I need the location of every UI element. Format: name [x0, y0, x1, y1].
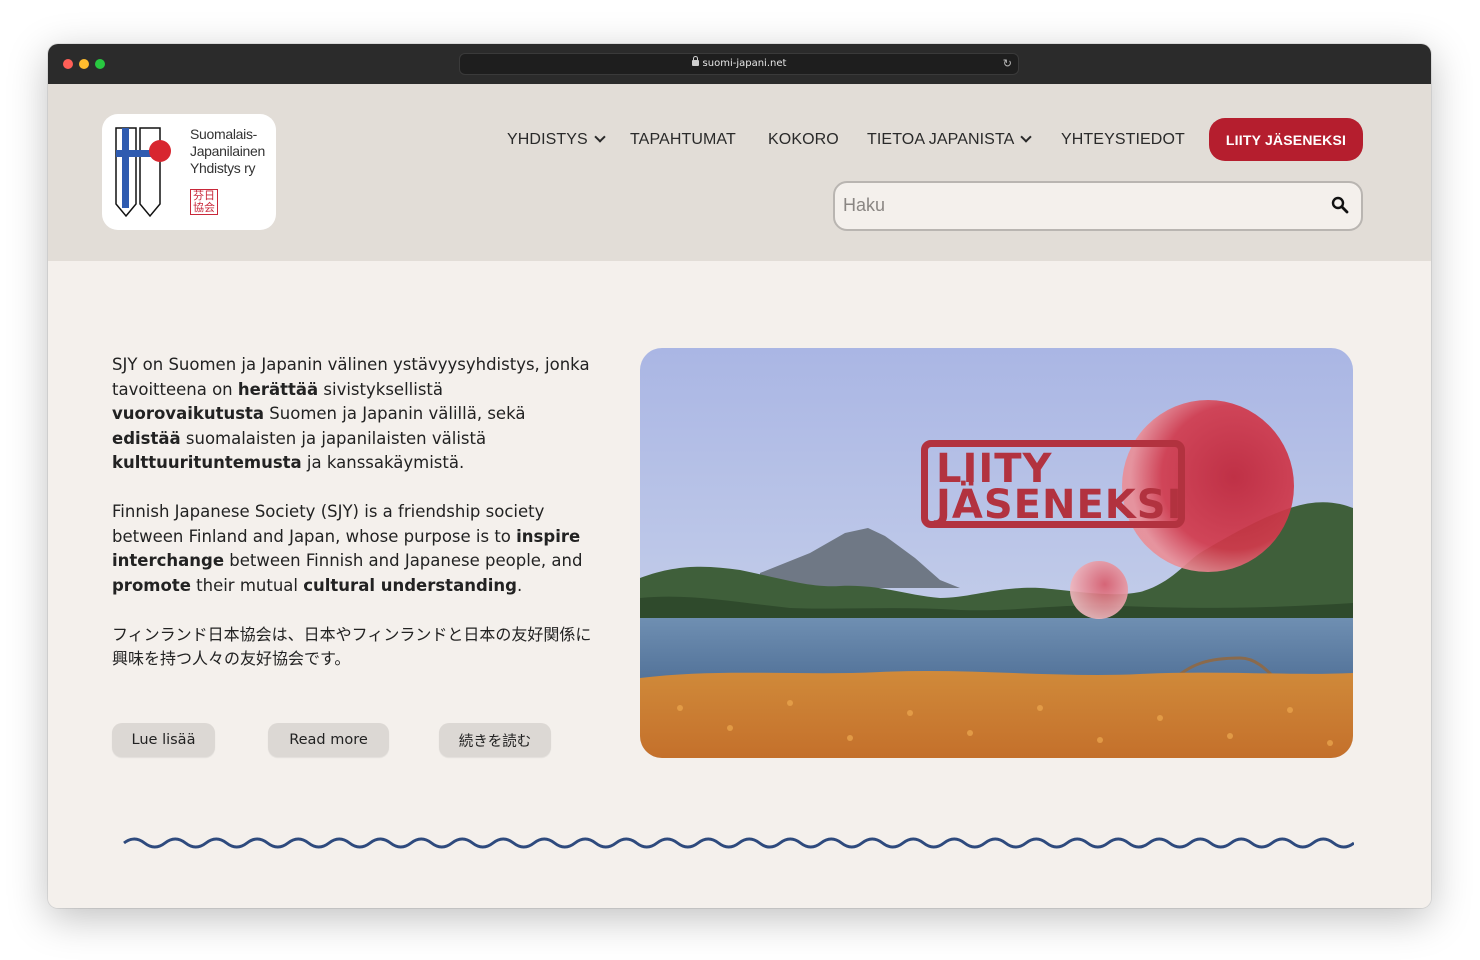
browser-window: suomi-japani.net ↻ Suomalais- Japanilain… [48, 44, 1431, 908]
body-text: Suomen ja Japanin välillä, sekä [264, 404, 526, 423]
logo-line: Yhdistys ry [190, 160, 256, 176]
intro-paragraph-ja: フィンランド日本協会は、日本やフィンランドと日本の友好関係に興味を持つ人々の友好… [112, 624, 592, 669]
logo-emblem-icon [115, 127, 171, 218]
join-button[interactable]: LIITY JÄSENEKSI [1209, 118, 1363, 161]
nav-item-label: YHTEYSTIEDOT [1061, 131, 1185, 148]
read-more-en-button[interactable]: Read more [268, 723, 389, 757]
main-content: SJY on Suomen ja Japanin välinen ystävyy… [48, 261, 1431, 908]
nav-item-tietoa-japanista[interactable]: TIETOA JAPANISTA [867, 131, 1033, 149]
join-badge: LIITY JÄSENEKSI [921, 440, 1185, 528]
address-bar-content: suomi-japani.net [460, 56, 1018, 69]
nav-item-label: TAPAHTUMAT [630, 131, 736, 148]
reload-icon[interactable]: ↻ [1003, 57, 1012, 70]
logo-line: Suomalais- [190, 126, 258, 142]
join-badge-line: JÄSENEKSI [936, 482, 1183, 528]
wave-divider [123, 837, 1354, 849]
logo-stamp: 芬日 協会 [190, 189, 218, 215]
nav-item-label: YHDISTYS [507, 131, 588, 148]
emphasis-text: edistää [112, 428, 181, 448]
nav-item-yhdistys[interactable]: YHDISTYS [507, 131, 606, 149]
search-box[interactable]: Haku [833, 181, 1363, 231]
body-text: ja kanssakäymistä. [301, 453, 465, 472]
nav-item-label: TIETOA JAPANISTA [867, 131, 1015, 148]
browser-titlebar: suomi-japani.net ↻ [48, 44, 1431, 84]
search-icon[interactable] [1331, 196, 1349, 214]
body-text: Finnish Japanese Society (SJY) is a frie… [112, 502, 545, 546]
site-header: Suomalais- Japanilainen Yhdistys ry 芬日 協… [48, 84, 1431, 261]
url-text: suomi-japani.net [702, 58, 787, 69]
nav-item-label: KOKORO [768, 131, 839, 148]
read-more-fi-button[interactable]: Lue lisää [112, 723, 215, 757]
body-text: their mutual [190, 575, 304, 595]
emphasis-text: promote [112, 575, 191, 595]
nav-item-yhteystiedot[interactable]: YHTEYSTIEDOT [1061, 131, 1185, 149]
body-text: sivistyksellistä [318, 379, 443, 399]
emphasis-text: herättää [237, 379, 319, 399]
site-logo[interactable]: Suomalais- Japanilainen Yhdistys ry 芬日 協… [102, 114, 276, 230]
close-window-button[interactable] [63, 59, 73, 69]
read-more-ja-button[interactable]: 続きを読む [439, 723, 551, 757]
intro-paragraph-fi: SJY on Suomen ja Japanin välinen ystävyy… [112, 353, 592, 476]
chevron-down-icon [1020, 131, 1033, 143]
logo-text: Suomalais- Japanilainen Yhdistys ry [190, 126, 265, 177]
intro-text: SJY on Suomen ja Japanin välinen ystävyy… [112, 353, 592, 696]
logo-line: Japanilainen [190, 143, 266, 159]
intro-paragraph-en: Finnish Japanese Society (SJY) is a frie… [112, 500, 592, 598]
lock-icon [691, 56, 699, 66]
body-text: . [516, 575, 523, 595]
minimize-window-button[interactable] [79, 59, 89, 69]
emphasis-text: cultural understanding [303, 575, 517, 595]
chevron-down-icon [594, 131, 606, 143]
landscape-image [640, 348, 1353, 758]
nav-item-kokoro[interactable]: KOKORO [768, 131, 839, 149]
emphasis-text: kulttuurituntemusta [112, 453, 302, 472]
body-text: between Finnish and Japanese people, and [224, 551, 583, 570]
emphasis-text: vuorovaikutusta [112, 404, 265, 423]
search-input[interactable]: Haku [843, 195, 885, 216]
body-text: suomalaisten ja japanilaisten välistä [180, 428, 487, 448]
hero-image-join[interactable]: LIITY JÄSENEKSI [640, 348, 1353, 758]
address-bar[interactable]: suomi-japani.net ↻ [459, 53, 1019, 75]
maximize-window-button[interactable] [95, 59, 105, 69]
nav-item-tapahtumat[interactable]: TAPAHTUMAT [630, 131, 736, 149]
